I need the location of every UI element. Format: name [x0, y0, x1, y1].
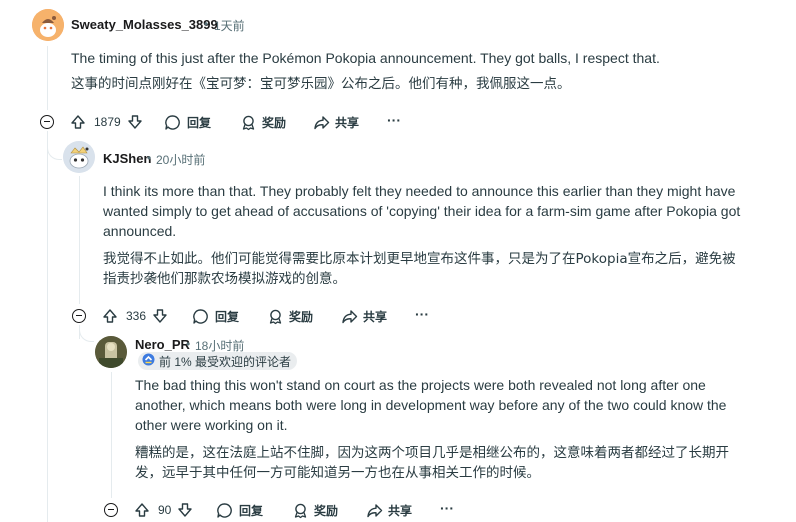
more-options-button[interactable]: ··· [440, 499, 454, 517]
comment-bubble-icon [192, 308, 209, 325]
share-button[interactable]: 共享 [341, 307, 387, 325]
award-icon [267, 308, 284, 325]
award-icon [240, 114, 257, 131]
comment-bubble-icon [216, 502, 233, 519]
share-label: 共享 [335, 115, 360, 130]
collapse-button[interactable] [40, 115, 54, 129]
snoo-avatar-icon [63, 141, 95, 173]
comment-body-zh: 这事的时间点刚好在《宝可梦：宝可梦乐园》公布之后。他们有种，我佩服这一点。 [71, 76, 571, 92]
user-avatar[interactable] [32, 9, 64, 41]
more-options-button[interactable]: ··· [415, 305, 429, 323]
badge-icon [142, 353, 155, 369]
text-line: other were working on it. [135, 417, 288, 433]
text-line: 发，远早于其中任何一方可能知道另一方也在从事相关工作的时候。 [135, 465, 540, 481]
comment-timestamp[interactable]: 20小时前 [156, 151, 205, 168]
downvote-icon[interactable] [127, 114, 143, 130]
comment-timestamp[interactable]: 1天前 [214, 17, 245, 34]
award-button[interactable]: 奖励 [240, 113, 286, 131]
reply-label: 回复 [239, 503, 264, 518]
thread-line[interactable] [79, 176, 80, 304]
vote-count: 336 [126, 309, 147, 323]
downvote-icon[interactable] [152, 308, 168, 324]
user-avatar[interactable] [95, 336, 127, 368]
top-commenter-badge[interactable]: 前 1% 最受欢迎的评论者 [138, 352, 298, 370]
thread-line[interactable] [47, 46, 48, 110]
share-button[interactable]: 共享 [313, 113, 359, 131]
award-icon [292, 502, 309, 519]
text-line: The bad thing this won't stand on court … [135, 377, 706, 393]
meta-separator: • [186, 337, 191, 351]
reply-button[interactable]: 回复 [216, 501, 263, 519]
vote-count: 1879 [94, 115, 121, 129]
comment-username[interactable]: Sweaty_Molasses_3899 [71, 17, 218, 32]
text-line: 指责抄袭他们那款农场模拟游戏的创意。 [103, 271, 346, 287]
share-label: 共享 [363, 309, 388, 324]
more-options-icon: ··· [415, 306, 429, 322]
upvote-icon[interactable] [102, 308, 118, 324]
award-label: 奖励 [289, 309, 314, 324]
snoo-avatar-icon [32, 9, 64, 41]
award-label: 奖励 [262, 115, 287, 130]
share-button[interactable]: 共享 [366, 501, 412, 519]
award-button[interactable]: 奖励 [267, 307, 313, 325]
reply-button[interactable]: 回复 [164, 113, 211, 131]
text-line: announced. [103, 223, 177, 239]
vote-bar: 90 [134, 501, 193, 519]
meta-separator: • [147, 151, 152, 165]
text-line: wanted simply to get ahead of accusation… [103, 203, 741, 219]
share-arrow-icon [341, 308, 358, 325]
thread-line[interactable] [47, 161, 48, 522]
award-label: 奖励 [314, 503, 339, 518]
comment-body-en: The timing of this just after the Pokémo… [71, 50, 660, 66]
meta-separator: • [204, 17, 209, 31]
more-options-button[interactable]: ··· [387, 111, 401, 129]
more-options-icon: ··· [387, 112, 401, 128]
more-options-icon: ··· [440, 500, 454, 516]
reply-connector [79, 327, 94, 342]
text-line: 我觉得不止如此。他们可能觉得需要比原本计划更早地宣布这件事，只是为了在Pokop… [103, 251, 736, 267]
text-line: another, which means both were long in d… [135, 397, 727, 413]
award-button[interactable]: 奖励 [292, 501, 338, 519]
text-line: 糟糕的是，这在法庭上站不住脚，因为这两个项目几乎是相继公布的，这意味着两者都经过… [135, 445, 729, 461]
upvote-icon[interactable] [134, 502, 150, 518]
vote-bar: 1879 [70, 113, 143, 131]
share-arrow-icon [366, 502, 383, 519]
comment-username[interactable]: KJShen [103, 151, 151, 166]
comment-bubble-icon [164, 114, 181, 131]
collapse-button[interactable] [72, 309, 86, 323]
comment-username[interactable]: Nero_PR [135, 337, 190, 352]
reply-button[interactable]: 回复 [192, 307, 239, 325]
collapse-button[interactable] [104, 503, 118, 517]
thread-line[interactable] [111, 372, 112, 498]
vote-count: 90 [158, 503, 172, 517]
badge-label: 前 1% 最受欢迎的评论者 [159, 354, 292, 369]
upvote-icon[interactable] [70, 114, 86, 130]
reply-connector [47, 145, 62, 160]
reply-label: 回复 [187, 115, 212, 130]
vote-bar: 336 [102, 307, 168, 325]
user-photo-icon [95, 336, 127, 368]
user-avatar[interactable] [63, 141, 95, 173]
text-line: I think its more than that. They probabl… [103, 183, 736, 199]
reply-label: 回复 [215, 309, 240, 324]
downvote-icon[interactable] [177, 502, 193, 518]
share-arrow-icon [313, 114, 330, 131]
share-label: 共享 [388, 503, 413, 518]
